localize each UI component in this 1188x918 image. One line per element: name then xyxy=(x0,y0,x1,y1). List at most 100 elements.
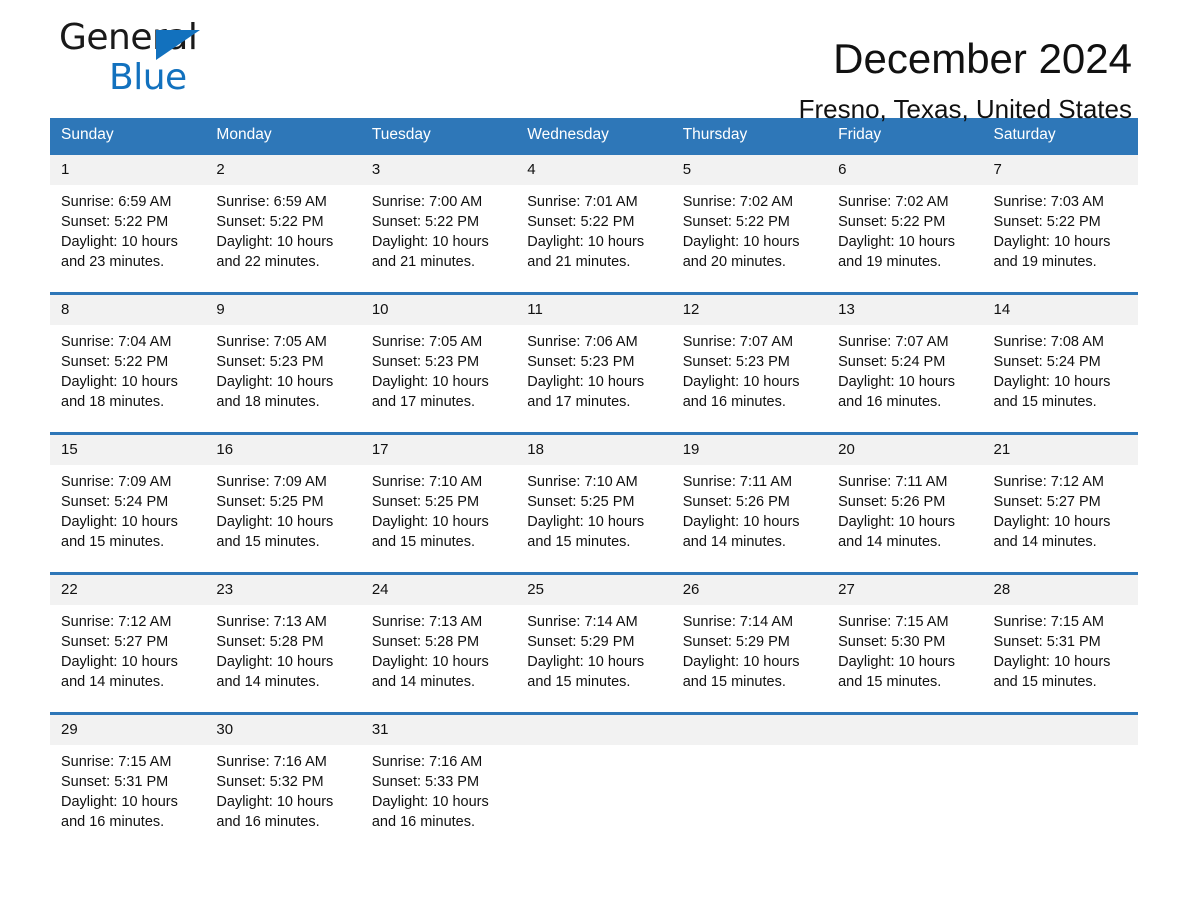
sunset-text: Sunset: 5:28 PM xyxy=(216,634,324,650)
day-cell[interactable]: 25 Sunrise: 7:14 AM Sunset: 5:29 PM Dayl… xyxy=(516,572,672,714)
day-number: 11 xyxy=(516,295,672,325)
day-cell[interactable]: 10 Sunrise: 7:05 AM Sunset: 5:23 PM Dayl… xyxy=(360,292,517,434)
day-cell[interactable]: 12 Sunrise: 7:07 AM Sunset: 5:23 PM Dayl… xyxy=(671,292,828,434)
day-details xyxy=(672,745,827,852)
day-details: Sunrise: 7:16 AM Sunset: 5:32 PM Dayligh… xyxy=(205,745,360,852)
daylight-text-line1: Daylight: 10 hours xyxy=(371,374,489,390)
day-details: Sunrise: 7:06 AM Sunset: 5:23 PM Dayligh… xyxy=(516,325,671,432)
sunrise-text: Sunrise: 7:05 AM xyxy=(371,334,483,350)
day-cell[interactable]: 5 Sunrise: 7:02 AM Sunset: 5:22 PM Dayli… xyxy=(671,152,828,294)
day-cell[interactable]: 28 Sunrise: 7:15 AM Sunset: 5:31 PM Dayl… xyxy=(982,572,1138,714)
sunset-text: Sunset: 5:27 PM xyxy=(993,494,1101,510)
day-cell[interactable]: 19 Sunrise: 7:11 AM Sunset: 5:26 PM Dayl… xyxy=(671,432,828,574)
day-number: 13 xyxy=(827,295,983,325)
daylight-text-line1: Daylight: 10 hours xyxy=(216,374,334,390)
daylight-text-line1: Daylight: 10 hours xyxy=(61,514,178,530)
sunrise-text: Sunrise: 7:07 AM xyxy=(682,334,794,350)
daylight-text-line2: and 15 minutes. xyxy=(371,534,476,550)
day-cell[interactable]: 30 Sunrise: 7:16 AM Sunset: 5:32 PM Dayl… xyxy=(205,712,361,852)
day-cell[interactable]: 27 Sunrise: 7:15 AM Sunset: 5:30 PM Dayl… xyxy=(827,572,983,714)
daylight-text-line2: and 19 minutes. xyxy=(993,254,1097,270)
daylight-text-line1: Daylight: 10 hours xyxy=(838,654,955,670)
weekday-header-tuesday: Tuesday xyxy=(360,118,517,154)
empty-day-cell xyxy=(671,712,828,852)
day-number: 31 xyxy=(360,715,517,745)
sunset-text: Sunset: 5:28 PM xyxy=(371,634,480,650)
day-cell[interactable]: 31 Sunrise: 7:16 AM Sunset: 5:33 PM Dayl… xyxy=(360,712,517,852)
daylight-text-line2: and 15 minutes. xyxy=(682,674,786,690)
sunrise-text: Sunrise: 7:11 AM xyxy=(838,474,948,490)
sunset-text: Sunset: 5:31 PM xyxy=(993,634,1101,650)
day-number: 16 xyxy=(205,435,361,465)
day-cell[interactable]: 13 Sunrise: 7:07 AM Sunset: 5:24 PM Dayl… xyxy=(827,292,983,434)
day-number: 15 xyxy=(50,435,206,465)
sunset-text: Sunset: 5:29 PM xyxy=(682,634,790,650)
daylight-text-line1: Daylight: 10 hours xyxy=(682,374,800,390)
day-number: 3 xyxy=(360,155,517,185)
day-number: 27 xyxy=(827,575,983,605)
weekday-header-wednesday: Wednesday xyxy=(516,118,672,154)
sunset-text: Sunset: 5:23 PM xyxy=(682,354,790,370)
daylight-text-line2: and 18 minutes. xyxy=(61,394,165,410)
day-cell[interactable]: 14 Sunrise: 7:08 AM Sunset: 5:24 PM Dayl… xyxy=(982,292,1138,434)
day-cell[interactable]: 17 Sunrise: 7:10 AM Sunset: 5:25 PM Dayl… xyxy=(360,432,517,574)
day-cell[interactable]: 7 Sunrise: 7:03 AM Sunset: 5:22 PM Dayli… xyxy=(982,152,1138,294)
day-cell[interactable]: 2 Sunrise: 6:59 AM Sunset: 5:22 PM Dayli… xyxy=(205,152,361,294)
day-cell[interactable]: 4 Sunrise: 7:01 AM Sunset: 5:22 PM Dayli… xyxy=(516,152,672,294)
sunrise-text: Sunrise: 7:10 AM xyxy=(527,474,638,490)
day-number: 10 xyxy=(360,295,517,325)
daylight-text-line1: Daylight: 10 hours xyxy=(371,234,489,250)
daylight-text-line2: and 15 minutes. xyxy=(216,534,320,550)
day-cell[interactable]: 20 Sunrise: 7:11 AM Sunset: 5:26 PM Dayl… xyxy=(827,432,983,574)
daylight-text-line1: Daylight: 10 hours xyxy=(527,374,645,390)
day-number: 2 xyxy=(205,155,361,185)
page-title: December 2024 xyxy=(833,35,1132,82)
day-cell[interactable]: 1 Sunrise: 6:59 AM Sunset: 5:22 PM Dayli… xyxy=(50,152,206,294)
daylight-text-line2: and 14 minutes. xyxy=(216,674,320,690)
sunrise-text: Sunrise: 7:15 AM xyxy=(993,614,1104,630)
day-cell[interactable]: 11 Sunrise: 7:06 AM Sunset: 5:23 PM Dayl… xyxy=(516,292,672,434)
day-cell[interactable]: 29 Sunrise: 7:15 AM Sunset: 5:31 PM Dayl… xyxy=(50,712,206,852)
day-cell[interactable]: 22 Sunrise: 7:12 AM Sunset: 5:27 PM Dayl… xyxy=(50,572,206,714)
sunset-text: Sunset: 5:25 PM xyxy=(371,494,480,510)
sunrise-text: Sunrise: 7:09 AM xyxy=(216,474,327,490)
sunrise-text: Sunrise: 7:08 AM xyxy=(993,334,1104,350)
daylight-text-line1: Daylight: 10 hours xyxy=(61,374,178,390)
sunrise-text: Sunrise: 7:14 AM xyxy=(682,614,794,630)
day-details: Sunrise: 7:12 AM Sunset: 5:27 PM Dayligh… xyxy=(983,465,1138,572)
sunset-text: Sunset: 5:27 PM xyxy=(61,634,169,650)
day-cell[interactable]: 23 Sunrise: 7:13 AM Sunset: 5:28 PM Dayl… xyxy=(205,572,361,714)
daylight-text-line2: and 15 minutes. xyxy=(838,674,942,690)
day-cell[interactable]: 15 Sunrise: 7:09 AM Sunset: 5:24 PM Dayl… xyxy=(50,432,206,574)
daylight-text-line1: Daylight: 10 hours xyxy=(61,654,178,670)
sunset-text: Sunset: 5:29 PM xyxy=(527,634,635,650)
sunrise-text: Sunrise: 6:59 AM xyxy=(61,194,172,210)
sunset-text: Sunset: 5:23 PM xyxy=(216,354,324,370)
weekday-header-monday: Monday xyxy=(205,118,361,154)
sunset-text: Sunset: 5:26 PM xyxy=(838,494,946,510)
day-details: Sunrise: 7:13 AM Sunset: 5:28 PM Dayligh… xyxy=(205,605,360,712)
day-cell[interactable]: 16 Sunrise: 7:09 AM Sunset: 5:25 PM Dayl… xyxy=(205,432,361,574)
day-cell[interactable]: 6 Sunrise: 7:02 AM Sunset: 5:22 PM Dayli… xyxy=(827,152,983,294)
day-number: 28 xyxy=(982,575,1138,605)
logo-text-blue: Blue xyxy=(109,57,187,98)
day-cell[interactable]: 24 Sunrise: 7:13 AM Sunset: 5:28 PM Dayl… xyxy=(360,572,517,714)
empty-day-cell xyxy=(982,712,1138,852)
day-cell[interactable]: 3 Sunrise: 7:00 AM Sunset: 5:22 PM Dayli… xyxy=(360,152,517,294)
day-number: 20 xyxy=(827,435,983,465)
day-cell[interactable]: 21 Sunrise: 7:12 AM Sunset: 5:27 PM Dayl… xyxy=(982,432,1138,574)
day-details: Sunrise: 7:01 AM Sunset: 5:22 PM Dayligh… xyxy=(516,185,671,292)
sunset-text: Sunset: 5:22 PM xyxy=(61,214,169,230)
sunset-text: Sunset: 5:31 PM xyxy=(61,774,169,790)
day-number: 30 xyxy=(205,715,361,745)
sunrise-text: Sunrise: 6:59 AM xyxy=(216,194,327,210)
day-cell[interactable]: 18 Sunrise: 7:10 AM Sunset: 5:25 PM Dayl… xyxy=(516,432,672,574)
day-details: Sunrise: 7:15 AM Sunset: 5:31 PM Dayligh… xyxy=(983,605,1138,712)
daylight-text-line2: and 19 minutes. xyxy=(838,254,942,270)
empty-day-cell xyxy=(827,712,983,852)
day-cell[interactable]: 26 Sunrise: 7:14 AM Sunset: 5:29 PM Dayl… xyxy=(671,572,828,714)
day-cell[interactable]: 9 Sunrise: 7:05 AM Sunset: 5:23 PM Dayli… xyxy=(205,292,361,434)
daylight-text-line2: and 15 minutes. xyxy=(61,534,165,550)
day-number: 22 xyxy=(50,575,206,605)
day-cell[interactable]: 8 Sunrise: 7:04 AM Sunset: 5:22 PM Dayli… xyxy=(50,292,206,434)
